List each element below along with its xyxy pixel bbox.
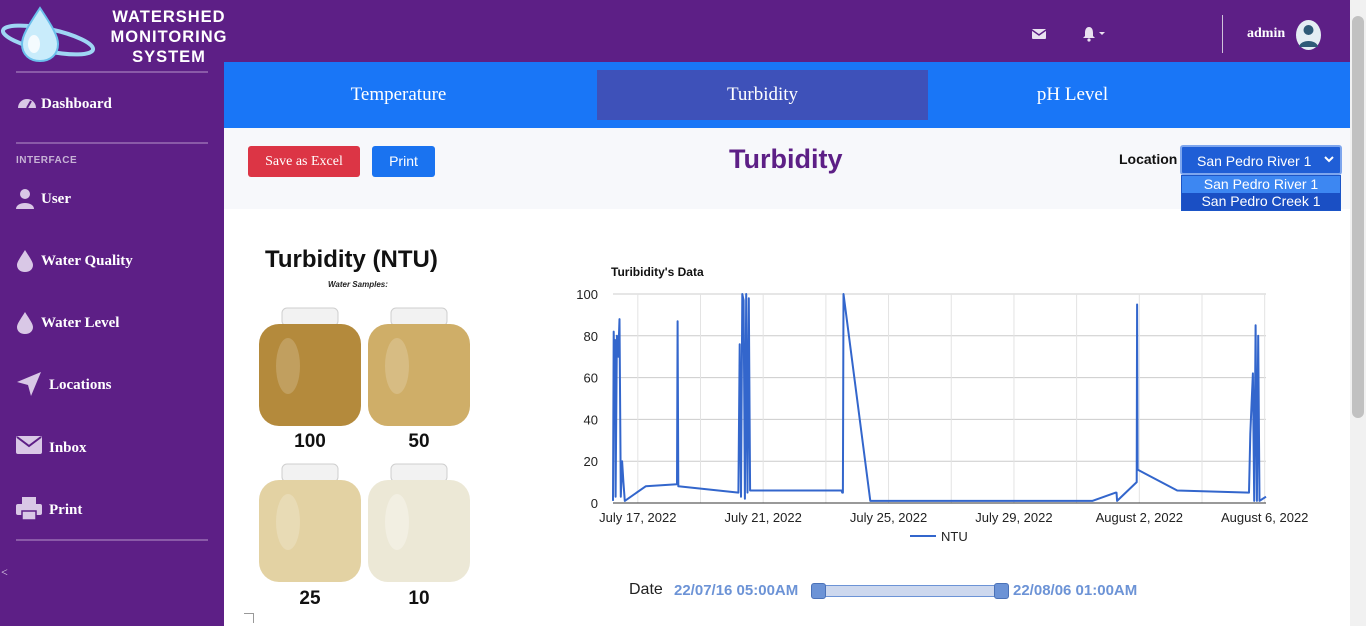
sidebar-item-dashboard[interactable]: Dashboard [0, 87, 224, 121]
legend-label: NTU [941, 529, 968, 544]
sidebar-item-label: Print [49, 502, 83, 518]
chevron-down-icon [1324, 156, 1334, 163]
water-sample-jar-10 [368, 463, 470, 582]
date-range-label: Date [629, 581, 663, 598]
sample-value-label: 25 [299, 588, 321, 609]
sidebar-item-label: Water Quality [41, 253, 133, 269]
x-tick-label: August 6, 2022 [1221, 510, 1308, 525]
water-drop-logo-icon [0, 6, 96, 62]
y-tick-label: 60 [584, 371, 598, 386]
envelope-icon [16, 436, 42, 454]
y-tick-label: 40 [584, 412, 598, 427]
y-tick-label: 80 [584, 329, 598, 344]
sidebar-divider [16, 142, 208, 144]
scrollbar-thumb[interactable] [1352, 16, 1364, 418]
x-tick-label: July 17, 2022 [599, 510, 676, 525]
gauge-icon [18, 99, 36, 109]
sidebar-item-water-level[interactable]: Water Level [0, 306, 224, 340]
page-title: Turbidity [729, 144, 843, 174]
brand-line-2: MONITORING [110, 28, 228, 46]
tab-bar: Temperature Turbidity pH Level [224, 62, 1350, 128]
water-sample-jar-25 [259, 463, 361, 582]
infographic-title: Turbidity (NTU) [265, 246, 438, 273]
brand-line-1: WATERSHED [112, 8, 226, 26]
infographic-subtitle: Water Samples: [328, 280, 388, 289]
tab-turbidity[interactable]: Turbidity [597, 70, 928, 120]
bell-icon[interactable] [1082, 26, 1108, 42]
sidebar: Dashboard INTERFACE User Water Quality W… [0, 62, 224, 626]
x-tick-label: July 21, 2022 [725, 510, 802, 525]
location-label: Location [1119, 151, 1178, 167]
printer-icon [16, 497, 42, 521]
series-line-ntu [612, 293, 1267, 502]
top-navbar: WATERSHED MONITORING SYSTEM admin [0, 0, 1350, 66]
tab-temperature[interactable]: Temperature [234, 70, 563, 120]
date-range-start-handle[interactable] [811, 583, 826, 599]
user-avatar-icon[interactable] [1296, 20, 1321, 50]
location-select[interactable]: San Pedro River 1 [1180, 145, 1342, 175]
save-as-excel-button[interactable]: Save as Excel [248, 146, 360, 177]
brand-name[interactable]: WATERSHED MONITORING SYSTEM [96, 7, 242, 67]
sidebar-item-inbox[interactable]: Inbox [0, 431, 224, 465]
sample-value-label: 100 [294, 431, 326, 452]
sidebar-heading: INTERFACE [16, 155, 78, 166]
date-range-start: 22/07/16 05:00AM [674, 582, 799, 599]
chart-title: Turibidity's Data [611, 265, 704, 279]
resize-corner [244, 613, 254, 623]
sidebar-toggle-button[interactable]: < [1, 565, 8, 580]
water-sample-jar-50 [368, 307, 470, 426]
topbar-divider [1222, 15, 1223, 53]
location-select-value: San Pedro River 1 [1197, 153, 1312, 169]
date-range-end-handle[interactable] [994, 583, 1009, 599]
sidebar-divider [16, 539, 208, 541]
sample-value-label: 10 [408, 588, 430, 609]
user-icon [16, 189, 34, 209]
location-option[interactable]: San Pedro River 1 [1182, 176, 1340, 193]
envelope-icon[interactable] [1031, 27, 1047, 41]
location-option[interactable]: San Pedro Creek 1 [1182, 193, 1340, 210]
user-name[interactable]: admin [1247, 26, 1285, 42]
droplet-icon [17, 250, 33, 272]
y-tick-label: 0 [591, 496, 598, 511]
print-button[interactable]: Print [372, 146, 435, 177]
sidebar-item-locations[interactable]: Locations [0, 368, 224, 402]
sidebar-divider [16, 71, 208, 73]
location-arrow-icon [17, 372, 41, 396]
sidebar-item-label: User [41, 191, 71, 207]
vertical-scrollbar[interactable] [1350, 0, 1366, 626]
sidebar-item-water-quality[interactable]: Water Quality [0, 244, 224, 278]
sidebar-item-user[interactable]: User [0, 182, 224, 216]
sidebar-item-label: Dashboard [41, 96, 112, 112]
turbidity-line-chart: 0 20 40 60 80 100 July 17, 2022 July 21, 2022 Ju… [560, 260, 1340, 560]
location-dropdown: San Pedro River 1 San Pedro Creek 1 [1181, 175, 1341, 211]
date-range-track[interactable] [818, 585, 1001, 597]
tab-ph-level[interactable]: pH Level [908, 70, 1237, 120]
sample-value-label: 50 [408, 431, 430, 452]
sidebar-item-label: Inbox [49, 440, 87, 456]
chevron-down-icon [1099, 32, 1105, 35]
x-tick-label: August 2, 2022 [1096, 510, 1183, 525]
water-sample-jar-100 [259, 307, 361, 426]
x-tick-label: July 25, 2022 [850, 510, 927, 525]
date-range-end: 22/08/06 01:00AM [1013, 582, 1138, 599]
y-tick-label: 100 [576, 287, 598, 302]
sidebar-item-label: Locations [49, 377, 112, 393]
sidebar-item-print[interactable]: Print [0, 493, 224, 527]
y-tick-label: 20 [584, 454, 598, 469]
droplet-icon [17, 312, 33, 334]
sidebar-item-label: Water Level [41, 315, 120, 331]
chart-svg: 0 20 40 60 80 100 July 17, 2022 July 21, 2022 Ju… [576, 265, 1308, 544]
x-tick-label: July 29, 2022 [975, 510, 1052, 525]
